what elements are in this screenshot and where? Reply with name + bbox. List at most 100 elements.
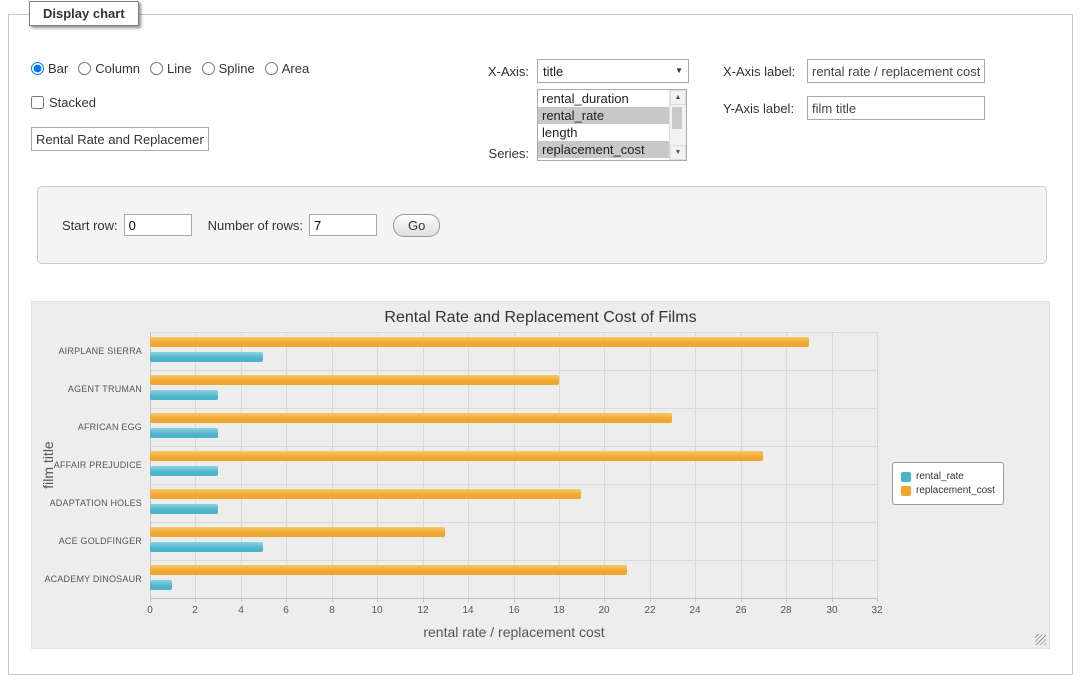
chart-title-input[interactable] — [31, 127, 209, 151]
legend-label: rental_rate — [916, 471, 964, 482]
scrollbar-track[interactable] — [670, 105, 686, 145]
y-axis-line — [150, 332, 151, 598]
gridline-vertical — [741, 332, 742, 598]
chart-type-option-spline[interactable]: Spline — [202, 61, 255, 76]
legend-swatch-icon — [901, 472, 911, 482]
gridline-vertical — [241, 332, 242, 598]
y-axis-label-caption: Y-Axis label: — [723, 101, 803, 116]
start-row-label: Start row: — [62, 218, 118, 233]
gridline-vertical — [604, 332, 605, 598]
scrollbar-thumb[interactable] — [672, 107, 682, 129]
category-label: AFRICAN EGG — [32, 422, 142, 432]
chart-type-radio-bar[interactable] — [31, 62, 44, 75]
x-axis-tick-label: 26 — [735, 605, 746, 616]
stacked-label: Stacked — [49, 95, 96, 110]
x-axis-tick-label: 30 — [826, 605, 837, 616]
series-option-length[interactable]: length — [538, 124, 669, 141]
bar-rental_rate — [150, 580, 172, 590]
bar-rental_rate — [150, 466, 218, 476]
series-option-replacement_cost[interactable]: replacement_cost — [538, 141, 669, 158]
band-gridline — [150, 484, 877, 485]
x-axis-tick-label: 32 — [871, 605, 882, 616]
gridline-vertical — [195, 332, 196, 598]
category-label: ACE GOLDFINGER — [32, 536, 142, 546]
num-rows-input[interactable] — [309, 214, 377, 236]
bar-rental_rate — [150, 504, 218, 514]
legend-item-replacement_cost[interactable]: replacement_cost — [901, 485, 995, 496]
y-axis-label-input[interactable] — [807, 96, 985, 120]
chart-type-option-label: Spline — [219, 61, 255, 76]
series-option-rental_duration[interactable]: rental_duration — [538, 90, 669, 107]
gridline-vertical — [514, 332, 515, 598]
x-axis-select-wrap: title ▼ — [537, 59, 689, 83]
series-options: rental_durationrental_ratelengthreplacem… — [538, 90, 669, 160]
num-rows-label: Number of rows: — [208, 218, 303, 233]
x-axis-tick-label: 24 — [689, 605, 700, 616]
chart-type-option-area[interactable]: Area — [265, 61, 309, 76]
bar-replacement_cost — [150, 527, 445, 537]
go-button[interactable]: Go — [393, 214, 440, 237]
chart-area: Rental Rate and Replacement Cost of Film… — [31, 301, 1050, 649]
chart-type-option-line[interactable]: Line — [150, 61, 192, 76]
band-gridline — [150, 332, 877, 333]
display-chart-panel: Display chart BarColumnLineSplineArea St… — [8, 14, 1073, 675]
x-axis-tick-label: 14 — [462, 605, 473, 616]
bar-replacement_cost — [150, 337, 809, 347]
category-label: AGENT TRUMAN — [32, 384, 142, 394]
bar-rental_rate — [150, 352, 263, 362]
x-axis-title: rental rate / replacement cost — [423, 624, 604, 640]
chart-type-radio-area[interactable] — [265, 62, 278, 75]
chart-title: Rental Rate and Replacement Cost of Film… — [32, 309, 1049, 327]
series-listbox[interactable]: rental_durationrental_ratelengthreplacem… — [537, 89, 687, 161]
chart-type-option-label: Line — [167, 61, 192, 76]
x-axis-tick-label: 2 — [192, 605, 198, 616]
scroll-down-icon[interactable]: ▼ — [670, 145, 686, 160]
x-axis-tick — [877, 598, 878, 602]
chart-type-radio-column[interactable] — [78, 62, 91, 75]
x-axis-line — [150, 598, 877, 599]
gridline-vertical — [286, 332, 287, 598]
band-gridline — [150, 408, 877, 409]
chart-type-option-column[interactable]: Column — [78, 61, 140, 76]
legend-item-rental_rate[interactable]: rental_rate — [901, 471, 995, 482]
scroll-up-icon[interactable]: ▲ — [670, 90, 686, 105]
band-gridline — [150, 522, 877, 523]
series-listbox-label: Series: — [483, 146, 529, 161]
band-gridline — [150, 560, 877, 561]
gridline-vertical — [559, 332, 560, 598]
category-label: AIRPLANE SIERRA — [32, 346, 142, 356]
listbox-scrollbar[interactable]: ▲ ▼ — [669, 90, 686, 160]
x-axis-tick-label: 0 — [147, 605, 153, 616]
gridline-vertical — [423, 332, 424, 598]
x-axis-select-label: X-Axis: — [483, 64, 529, 79]
stacked-option[interactable]: Stacked — [31, 95, 96, 110]
rows-panel: Start row: Number of rows: Go — [37, 186, 1047, 264]
chart-type-option-label: Bar — [48, 61, 68, 76]
bar-replacement_cost — [150, 375, 559, 385]
gridline-vertical — [332, 332, 333, 598]
chart-type-option-label: Column — [95, 61, 140, 76]
chart-type-radio-group: Bar Column Line Spline Area — [31, 61, 319, 78]
x-axis-label-caption: X-Axis label: — [723, 64, 803, 79]
x-axis-label-input[interactable] — [807, 59, 985, 83]
chart-type-radio-line[interactable] — [150, 62, 163, 75]
x-axis-tick-label: 8 — [329, 605, 335, 616]
category-label: ACADEMY DINOSAUR — [32, 574, 142, 584]
panel-legend: Display chart — [29, 1, 139, 26]
resize-handle-icon[interactable] — [1035, 634, 1046, 645]
gridline-vertical — [468, 332, 469, 598]
x-axis-select[interactable]: title — [537, 59, 689, 83]
gridline-vertical — [695, 332, 696, 598]
x-axis-tick-label: 16 — [508, 605, 519, 616]
chart-legend: rental_rate replacement_cost — [892, 462, 1004, 505]
stacked-checkbox[interactable] — [31, 96, 44, 109]
gridline-vertical — [832, 332, 833, 598]
start-row-input[interactable] — [124, 214, 192, 236]
bar-rental_rate — [150, 542, 263, 552]
chart-type-option-bar[interactable]: Bar — [31, 61, 68, 76]
gridline-vertical — [786, 332, 787, 598]
series-option-rental_rate[interactable]: rental_rate — [538, 107, 669, 124]
chart-type-radio-spline[interactable] — [202, 62, 215, 75]
gridline-vertical — [877, 332, 878, 598]
band-gridline — [150, 446, 877, 447]
